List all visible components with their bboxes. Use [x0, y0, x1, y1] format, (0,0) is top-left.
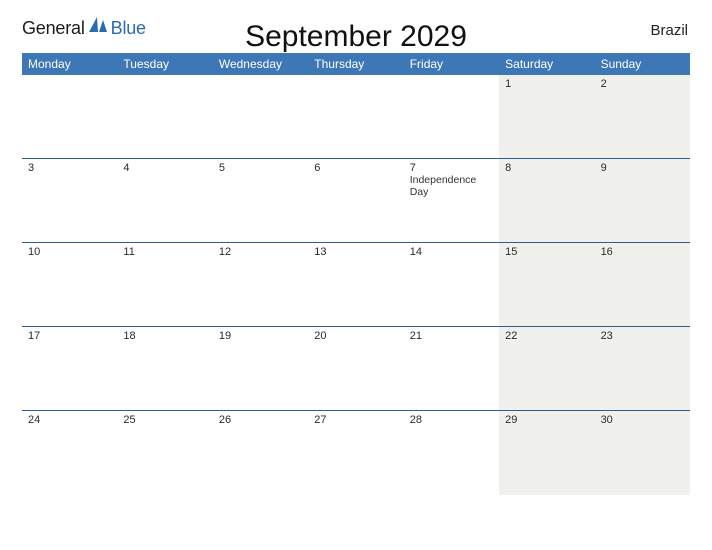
- day-cell: 20: [308, 327, 403, 410]
- day-number: 13: [314, 246, 397, 258]
- day-number: 26: [219, 414, 302, 426]
- day-cell: 12: [213, 243, 308, 326]
- day-number: 1: [505, 78, 588, 90]
- day-cell: [404, 75, 499, 158]
- day-cell: 26: [213, 411, 308, 495]
- day-header: Sunday: [595, 53, 690, 75]
- day-number: 3: [28, 162, 111, 174]
- logo-text-1: General: [22, 18, 85, 39]
- day-cell: 24: [22, 411, 117, 495]
- day-number: 5: [219, 162, 302, 174]
- day-cell: 29: [499, 411, 594, 495]
- day-cell: 6: [308, 159, 403, 242]
- day-number: 28: [410, 414, 493, 426]
- day-cell: 16: [595, 243, 690, 326]
- day-cell: 11: [117, 243, 212, 326]
- day-cell: 9: [595, 159, 690, 242]
- brand-logo: General Blue: [22, 18, 146, 39]
- day-cell: [213, 75, 308, 158]
- week-row: 34 56 7Independence Day 8 9: [22, 159, 690, 243]
- day-cell: 28: [404, 411, 499, 495]
- day-cell: 23: [595, 327, 690, 410]
- day-cell: 13: [308, 243, 403, 326]
- day-number: 7: [410, 162, 493, 174]
- day-number: 23: [601, 330, 684, 342]
- day-number: 20: [314, 330, 397, 342]
- day-number: 2: [601, 78, 684, 90]
- day-cell: 19: [213, 327, 308, 410]
- day-number: 11: [123, 246, 206, 258]
- day-number: 22: [505, 330, 588, 342]
- day-cell: 3: [22, 159, 117, 242]
- day-number: 10: [28, 246, 111, 258]
- day-header-row: Monday Tuesday Wednesday Thursday Friday…: [22, 53, 690, 75]
- day-cell: 18: [117, 327, 212, 410]
- week-row: 10 11 12 13 14 15 16: [22, 243, 690, 327]
- day-header: Saturday: [499, 53, 594, 75]
- day-event: Independence Day: [410, 175, 493, 198]
- day-cell: 15: [499, 243, 594, 326]
- page-title: September 2029: [245, 20, 467, 54]
- day-header: Tuesday: [117, 53, 212, 75]
- day-number: 25: [123, 414, 206, 426]
- day-cell: 30: [595, 411, 690, 495]
- calendar: Monday Tuesday Wednesday Thursday Friday…: [22, 53, 690, 495]
- day-cell: [117, 75, 212, 158]
- day-header: Wednesday: [213, 53, 308, 75]
- day-number: 16: [601, 246, 684, 258]
- logo-mark-icon: [89, 16, 109, 37]
- day-cell: 2: [595, 75, 690, 158]
- day-number: 15: [505, 246, 588, 258]
- day-cell: 27: [308, 411, 403, 495]
- day-number: 12: [219, 246, 302, 258]
- day-number: 9: [601, 162, 684, 174]
- day-cell: 22: [499, 327, 594, 410]
- day-cell: [308, 75, 403, 158]
- day-number: 29: [505, 414, 588, 426]
- day-header: Monday: [22, 53, 117, 75]
- day-number: 24: [28, 414, 111, 426]
- day-number: 14: [410, 246, 493, 258]
- day-number: 17: [28, 330, 111, 342]
- day-cell: 7Independence Day: [404, 159, 499, 242]
- day-number: 18: [123, 330, 206, 342]
- day-number: 4: [123, 162, 206, 174]
- country-label: Brazil: [650, 18, 690, 39]
- day-number: 8: [505, 162, 588, 174]
- week-row: 17 18 19 20 21 22 23: [22, 327, 690, 411]
- day-cell: [22, 75, 117, 158]
- day-cell: 5: [213, 159, 308, 242]
- header: General Blue September 2029 Brazil: [22, 18, 690, 39]
- day-cell: 25: [117, 411, 212, 495]
- day-number: 19: [219, 330, 302, 342]
- day-number: 30: [601, 414, 684, 426]
- week-row: 12: [22, 75, 690, 159]
- day-header: Friday: [404, 53, 499, 75]
- day-cell: 21: [404, 327, 499, 410]
- day-cell: 10: [22, 243, 117, 326]
- day-cell: 17: [22, 327, 117, 410]
- week-row: 24 25 26 27 28 29 30: [22, 411, 690, 495]
- day-cell: 14: [404, 243, 499, 326]
- day-cell: 4: [117, 159, 212, 242]
- day-number: 27: [314, 414, 397, 426]
- day-number: 21: [410, 330, 493, 342]
- day-number: 6: [314, 162, 397, 174]
- logo-text-2: Blue: [111, 18, 146, 39]
- day-header: Thursday: [308, 53, 403, 75]
- day-cell: 1: [499, 75, 594, 158]
- day-cell: 8: [499, 159, 594, 242]
